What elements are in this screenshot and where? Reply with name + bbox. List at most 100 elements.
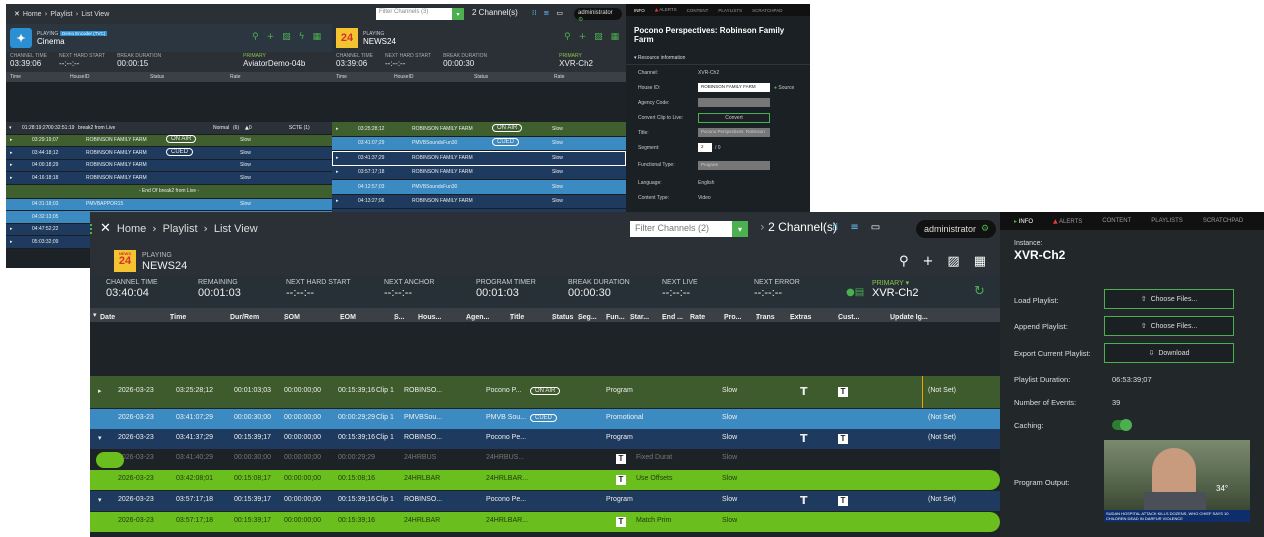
grid-icon[interactable]: ⁞⁞ <box>532 9 536 17</box>
chevron-down-icon[interactable]: ▾ <box>452 8 464 20</box>
monitor-icon[interactable]: ▭ <box>556 9 563 17</box>
search-icon[interactable]: ⚲ <box>252 32 259 42</box>
chevron-down-icon[interactable]: ▾ <box>732 221 748 237</box>
image-icon[interactable]: ▨ <box>594 32 603 42</box>
stage: ✕ Home › Playlist › List View Filter Cha… <box>0 0 1264 537</box>
drag-handle[interactable] <box>90 224 94 234</box>
house-id-input[interactable]: ROBINSON FAMILY FARM <box>698 83 770 92</box>
image-icon[interactable]: ▨ <box>947 254 959 269</box>
bc-home[interactable]: Home <box>23 11 42 18</box>
ch2-row[interactable]: 03:41:07;29 PMVBSoundsFun30 CUED Slow <box>332 136 626 151</box>
bc-playlist[interactable]: Playlist <box>163 223 198 235</box>
front-user-menu[interactable]: administrator ⚙ <box>916 220 996 238</box>
tab-content[interactable]: CONTENT <box>687 8 709 13</box>
search-icon[interactable]: ⚲ <box>564 32 571 42</box>
transition-icon[interactable]: T <box>800 432 808 445</box>
image-icon[interactable]: ▨ <box>282 32 291 42</box>
news24-logo-top: NEWS <box>119 250 131 256</box>
segment-input[interactable]: 2 <box>698 143 712 152</box>
row-caret-icon[interactable]: ▾ <box>98 496 102 504</box>
status-badge: ON AIR <box>166 135 197 144</box>
add-icon[interactable]: + <box>267 32 275 42</box>
secondary-event-handle[interactable] <box>96 452 124 468</box>
monitor-icon[interactable]: ▭ <box>871 222 880 233</box>
caching-toggle[interactable] <box>1112 419 1132 431</box>
table-row[interactable]: 2026-03-23 03:41:40;29 00:00:30;00 00:00… <box>90 449 1000 469</box>
front-filter-input[interactable]: Filter Channels (2) <box>630 221 732 237</box>
tab-info[interactable]: ▸ INFO <box>1014 218 1033 225</box>
ch2-row[interactable]: ▸ 03:25:28;12 ROBINSON FAMILY FARM ON AI… <box>332 122 626 137</box>
table-row[interactable]: ▾ 2026-03-23 03:41:37;29 00:15:39;17 00:… <box>90 429 1000 449</box>
ch1-row[interactable]: ▸ 03:29:19;07 ROBINSON FAMILY FARM ON AI… <box>6 134 332 147</box>
bc-playlist[interactable]: Playlist <box>50 11 72 18</box>
load-playlist-button[interactable]: ⇧ Choose Files... <box>1104 289 1234 309</box>
row-caret-icon[interactable]: ▸ <box>98 387 102 395</box>
add-icon[interactable]: + <box>923 254 934 269</box>
play-icon: ▸ <box>336 154 339 161</box>
extras-icon[interactable]: T <box>838 496 848 506</box>
table-row[interactable]: ▾ 2026-03-23 03:57:17;18 00:15:39;17 00:… <box>90 491 1000 511</box>
functional-type-select[interactable]: Program <box>698 160 770 170</box>
ch1-row[interactable]: 04:31:18;03 PMVBAPPOR15 Slow <box>6 198 332 211</box>
list-icon[interactable]: ≡ <box>850 222 858 233</box>
ch2-row[interactable]: ▸ 03:41:37;29 ROBINSON FAMILY FARM Slow <box>332 151 626 166</box>
tab-scratchpad[interactable]: SCRATCHPAD <box>752 8 782 13</box>
ch2-row[interactable]: ▸ 03:57:17;18 ROBINSON FAMILY FARM Slow <box>332 165 626 180</box>
ch1-row[interactable]: ▸ 04:00:18;29 ROBINSON FAMILY FARM Slow <box>6 159 332 172</box>
ch1-row[interactable]: ▸ 04:16:18;18 ROBINSON FAMILY FARM Slow <box>6 172 332 185</box>
tab-content[interactable]: CONTENT <box>1102 218 1131 224</box>
bc-home[interactable]: Home <box>117 223 146 235</box>
ch1-row[interactable]: ▸ 03:44:18;12 ROBINSON FAMILY FARM CUED … <box>6 147 332 160</box>
ch1-encoder-tag: Demo Encoder (TVC) <box>59 30 108 36</box>
weather-temp: 34° <box>1216 484 1229 493</box>
row-caret-icon[interactable]: ▾ <box>98 434 102 442</box>
tab-info[interactable]: INFO <box>634 8 645 13</box>
gear-icon: ⚙ <box>578 16 584 23</box>
caret-down-icon[interactable]: ▾ <box>6 125 22 131</box>
tab-alerts[interactable]: ▲ ALERTS <box>1053 218 1082 225</box>
source-radio[interactable]: ● Source <box>774 85 794 91</box>
refresh-icon[interactable]: ↻ <box>974 284 985 299</box>
text-block-icon: T <box>616 475 626 485</box>
ch1-group-row[interactable]: ▾ 01:28:19;27 00:32:51:19 break2 from Li… <box>6 122 332 135</box>
add-icon[interactable]: + <box>579 32 587 42</box>
text-block-icon: T <box>616 454 626 464</box>
tab-playlists[interactable]: PLAYLISTS <box>718 8 742 13</box>
chevron-right-icon: › <box>44 10 48 18</box>
convert-button[interactable]: Convert <box>698 112 770 123</box>
table-row[interactable]: 2026-03-23 03:42:08;01 00:15:08;17 00:00… <box>90 470 1000 490</box>
caret-down-icon[interactable]: ▾ <box>93 311 97 319</box>
lightning-icon[interactable]: ϟ <box>299 32 305 42</box>
calendar-icon[interactable]: ▦ <box>611 32 620 42</box>
resource-section[interactable]: ▾ Resource information <box>626 52 810 65</box>
tab-alerts[interactable]: ▲ ALERTS <box>655 7 677 13</box>
calendar-icon[interactable]: ▦ <box>974 254 986 269</box>
transition-icon[interactable]: T <box>800 385 808 398</box>
tab-playlists[interactable]: PLAYLISTS <box>1151 218 1183 224</box>
agency-code-input[interactable] <box>698 98 770 107</box>
extras-icon[interactable]: T <box>838 387 848 397</box>
tab-scratchpad[interactable]: SCRATCHPAD <box>1203 218 1243 224</box>
table-row[interactable]: ▸ 2026-03-23 03:25:28;12 00:01:03;03 00:… <box>90 376 1000 408</box>
append-playlist-button[interactable]: ⇧ Choose Files... <box>1104 316 1234 336</box>
logo-icon: ✕ <box>14 10 20 18</box>
calendar-icon[interactable]: ▦ <box>313 32 322 42</box>
ch2-row[interactable]: ▸ 04:13:27;06 ROBINSON FAMILY FARM Slow <box>332 194 626 209</box>
search-icon[interactable]: ⚲ <box>899 254 909 269</box>
table-row[interactable]: 2026-03-23 03:57:17;18 00:15:39;17 00:00… <box>90 512 1000 532</box>
front-channel-header: NEWS 24 PLAYING NEWS24 ⚲ + ▨ ▦ <box>90 246 1000 276</box>
list-icon[interactable]: ≡ <box>543 9 549 17</box>
download-button[interactable]: ⇩ Download <box>1104 343 1234 363</box>
title-input[interactable]: Pocono Perspectives: Robinson <box>698 128 770 137</box>
record-icon[interactable]: ●▤ <box>846 287 864 298</box>
status-badge: ON AIR <box>530 387 561 395</box>
grid-icon[interactable]: ⁞⁞ <box>832 222 838 233</box>
table-row[interactable]: 2026-03-23 03:41:07;29 00:00:30;00 00:00… <box>90 409 1000 429</box>
primary-selector[interactable]: PRIMARY ▾ XVR-Ch2 <box>872 279 918 299</box>
back-filter-input[interactable]: Filter Channels (3) <box>376 8 452 20</box>
ch2-row[interactable]: 04:12:57;03 PMVBSoundsFun30 Slow <box>332 180 626 195</box>
extras-icon[interactable]: T <box>838 434 848 444</box>
transition-icon[interactable]: T <box>800 494 808 507</box>
back-user-menu[interactable]: administrator ⚙ <box>574 8 622 23</box>
playlist-duration: 06:53:39;07 <box>1112 375 1152 384</box>
